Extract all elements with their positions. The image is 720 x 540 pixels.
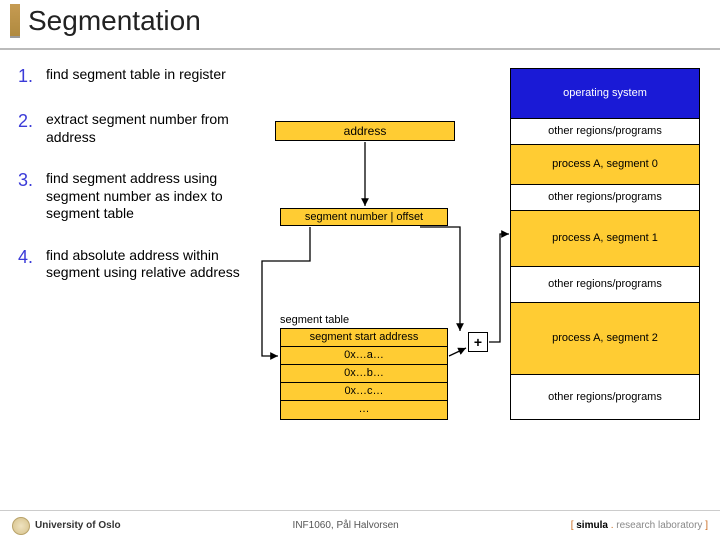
footer-left: University of Oslo [12, 517, 121, 535]
segment-number-half: segment number | offset [281, 209, 447, 225]
university-seal-icon [12, 517, 30, 535]
title-accent [10, 4, 20, 38]
segment-table-label: segment table [280, 314, 349, 326]
mem-procA-2: process A, segment 2 [511, 303, 699, 375]
footer: University of Oslo INF1060, Pål Halvorse… [0, 510, 720, 540]
step-number: 1. [18, 66, 46, 87]
title-underline [0, 48, 720, 50]
content-area: 1. find segment table in register 2. ext… [0, 56, 720, 496]
address-box: address [275, 121, 455, 141]
segment-offset-box: segment number | offset [280, 208, 448, 226]
step-text: extract segment number from address [46, 111, 248, 146]
step-1: 1. find segment table in register [18, 66, 248, 87]
mem-other: other regions/programs [511, 185, 699, 211]
mem-other: other regions/programs [511, 119, 699, 145]
mem-other: other regions/programs [511, 375, 699, 419]
segoff-right: offset [396, 211, 423, 223]
step-number: 4. [18, 247, 46, 282]
segment-table-row: 0x…b… [281, 365, 447, 383]
footer-bracket: ] [702, 520, 708, 531]
segoff-left: segment number [305, 211, 388, 223]
page-title: Segmentation [28, 5, 201, 37]
step-text: find segment table in register [46, 66, 248, 87]
mem-other: other regions/programs [511, 267, 699, 303]
segment-table: segment start address 0x…a… 0x…b… 0x…c… … [280, 328, 448, 420]
step-number: 2. [18, 111, 46, 146]
step-3: 3. find segment address using segment nu… [18, 170, 248, 223]
step-4: 4. find absolute address within segment … [18, 247, 248, 282]
step-text: find absolute address within segment usi… [46, 247, 248, 282]
footer-center: INF1060, Pål Halvorsen [293, 520, 399, 531]
title-bar: Segmentation [0, 0, 720, 48]
footer-right: [ simula . research laboratory ] [571, 520, 708, 531]
mem-os: operating system [511, 69, 699, 119]
footer-lab: research laboratory [616, 520, 702, 531]
plus-operator: + [468, 332, 488, 352]
step-2: 2. extract segment number from address [18, 111, 248, 146]
segment-table-row: … [281, 401, 447, 419]
memory-layout: operating system other regions/programs … [510, 68, 700, 420]
step-number: 3. [18, 170, 46, 223]
steps-list: 1. find segment table in register 2. ext… [18, 66, 248, 306]
footer-simula: simula [576, 520, 608, 531]
step-text: find segment address using segment numbe… [46, 170, 248, 223]
segment-table-row: 0x…c… [281, 383, 447, 401]
footer-university: University of Oslo [35, 520, 121, 531]
mem-procA-0: process A, segment 0 [511, 145, 699, 185]
segment-table-row: 0x…a… [281, 347, 447, 365]
mem-procA-1: process A, segment 1 [511, 211, 699, 267]
segment-table-header: segment start address [281, 329, 447, 347]
segoff-sep: | [390, 211, 393, 223]
